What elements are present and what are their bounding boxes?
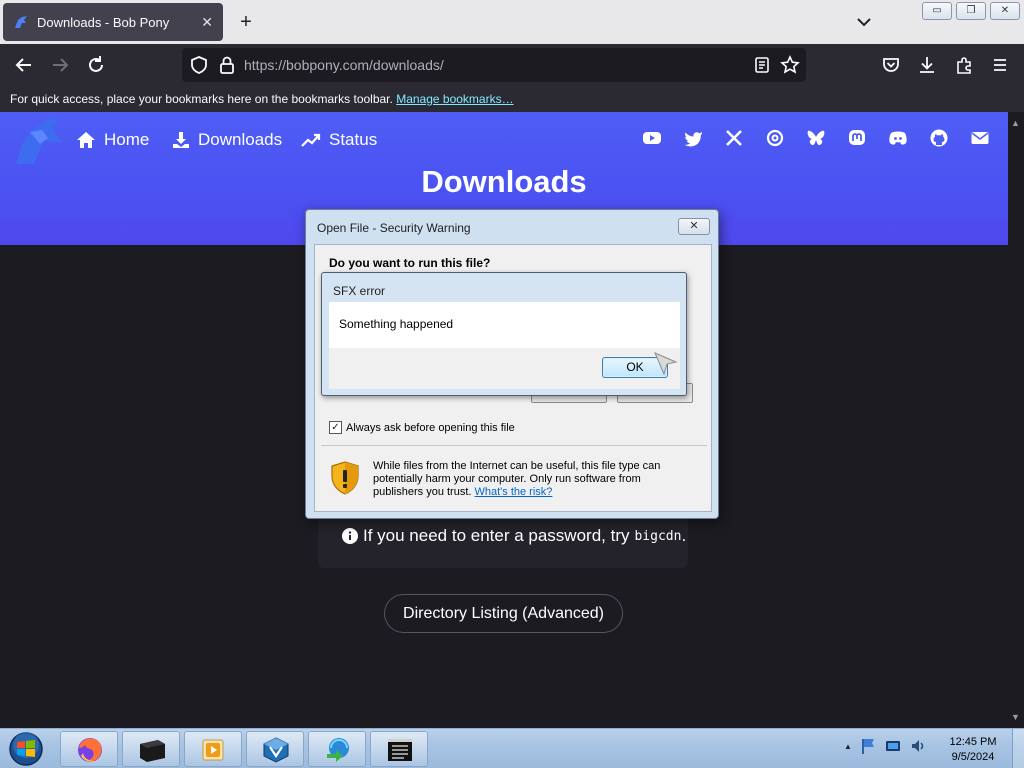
- nav-downloads[interactable]: Downloads: [172, 130, 282, 150]
- nav-status[interactable]: Status: [301, 130, 377, 150]
- navigation-toolbar: https://bobpony.com/downloads/: [0, 44, 1024, 86]
- whats-the-risk-link[interactable]: What's the risk?: [475, 486, 553, 498]
- security-dialog-close-button[interactable]: ✕: [678, 218, 710, 235]
- sfx-button-area: OK: [329, 348, 680, 389]
- list-tabs-icon[interactable]: [852, 12, 876, 32]
- back-icon[interactable]: [13, 54, 35, 76]
- bookmarks-toolbar: For quick access, place your bookmarks h…: [0, 86, 1024, 112]
- clock-date: 9/5/2024: [951, 751, 995, 763]
- tab-close-icon[interactable]: ✕: [201, 14, 213, 31]
- clock[interactable]: 12:45 PM 9/5/2024: [940, 735, 1006, 765]
- tab-strip: Downloads - Bob Pony ✕ + ▭ ❐ ✕: [0, 0, 1024, 44]
- taskbar-firefox[interactable]: [60, 731, 118, 767]
- taskbar-download-manager[interactable]: [308, 731, 366, 767]
- trend-icon: [301, 133, 321, 147]
- always-ask-checkbox[interactable]: ✓: [329, 421, 342, 434]
- directory-listing-button[interactable]: Directory Listing (Advanced): [384, 594, 623, 633]
- url-bar[interactable]: https://bobpony.com/downloads/: [182, 48, 806, 82]
- nav-home-label: Home: [104, 130, 150, 149]
- always-ask-label: Always ask before opening this file: [346, 421, 515, 434]
- password-hint-end: .: [681, 526, 687, 545]
- page-scrollbar[interactable]: ▲ ▼: [1008, 112, 1024, 728]
- security-dialog-title: Open File - Security Warning: [317, 221, 471, 235]
- bobpony-favicon-icon: [15, 16, 27, 28]
- url-host: https://bobpony.com: [244, 57, 370, 73]
- url-text[interactable]: https://bobpony.com/downloads/: [244, 57, 444, 73]
- always-ask-row[interactable]: ✓ Always ask before opening this file: [329, 421, 515, 434]
- mouse-cursor-icon: [654, 352, 678, 376]
- system-tray: ▲: [844, 737, 927, 755]
- threads-icon[interactable]: [765, 128, 785, 148]
- bluesky-icon[interactable]: [806, 128, 826, 148]
- firefox-icon: [78, 738, 102, 762]
- download-manager-icon: [327, 738, 349, 762]
- taskbar-virtualbox[interactable]: [246, 731, 304, 767]
- browser-tab[interactable]: Downloads - Bob Pony ✕: [3, 3, 223, 41]
- github-icon[interactable]: [929, 128, 949, 148]
- media-player-icon: [202, 739, 224, 761]
- scroll-up-icon[interactable]: ▲: [1011, 118, 1020, 128]
- home-icon: [77, 132, 95, 148]
- discord-icon[interactable]: [888, 128, 908, 148]
- taskbar-terminal[interactable]: [122, 731, 180, 767]
- security-question: Do you want to run this file?: [329, 256, 491, 270]
- show-desktop-button[interactable]: [1012, 729, 1024, 768]
- lock-icon[interactable]: [216, 54, 238, 76]
- sfx-dialog-title: SFX error: [333, 284, 386, 298]
- menu-icon[interactable]: [989, 54, 1011, 76]
- terminal-icon: [140, 740, 165, 762]
- sfx-error-dialog: SFX error Something happened OK: [321, 272, 687, 396]
- page-title: Downloads: [421, 164, 587, 199]
- nav-home[interactable]: Home: [76, 130, 149, 150]
- manage-bookmarks-link[interactable]: Manage bookmarks…: [396, 92, 513, 106]
- taskbar: ▲ 12:45 PM 9/5/2024: [0, 728, 1024, 768]
- restore-button[interactable]: ❐: [956, 2, 986, 20]
- network-icon[interactable]: [884, 737, 902, 755]
- nav-status-label: Status: [329, 130, 378, 149]
- email-icon[interactable]: [970, 128, 990, 148]
- virtualbox-icon: [263, 737, 289, 763]
- console-icon: [388, 739, 412, 761]
- new-tab-button[interactable]: +: [234, 10, 258, 34]
- minimize-button[interactable]: ▭: [922, 2, 952, 20]
- social-links: [642, 128, 990, 148]
- tray-expand-icon[interactable]: ▲: [844, 742, 852, 751]
- window-controls: ▭ ❐ ✕: [922, 2, 1020, 20]
- scroll-down-icon[interactable]: ▼: [1011, 712, 1020, 722]
- clock-time: 12:45 PM: [949, 736, 997, 748]
- url-path: /downloads/: [369, 57, 444, 73]
- info-icon: [342, 528, 358, 544]
- password-hint: If you need to enter a password, try big…: [342, 526, 686, 546]
- bookmarks-hint: For quick access, place your bookmarks h…: [10, 92, 393, 106]
- nav-downloads-label: Downloads: [198, 130, 283, 149]
- sfx-message: Something happened: [339, 317, 454, 331]
- volume-icon[interactable]: [909, 737, 927, 755]
- password-hint-text: If you need to enter a password, try: [363, 526, 630, 545]
- extensions-icon[interactable]: [953, 54, 975, 76]
- x-icon[interactable]: [724, 128, 744, 148]
- taskbar-console[interactable]: [370, 731, 428, 767]
- tracking-shield-icon[interactable]: [188, 54, 210, 76]
- reload-icon[interactable]: [85, 54, 107, 76]
- start-button-icon[interactable]: [6, 731, 46, 767]
- password-code: bigcdn: [634, 528, 682, 544]
- close-window-button[interactable]: ✕: [990, 2, 1020, 20]
- youtube-icon[interactable]: [642, 128, 662, 148]
- bobpony-logo-icon[interactable]: [12, 116, 66, 166]
- download-icon: [173, 132, 189, 148]
- mastodon-icon[interactable]: [847, 128, 867, 148]
- forward-icon[interactable]: [49, 54, 71, 76]
- downloads-icon[interactable]: [916, 54, 938, 76]
- sfx-message-area: Something happened: [329, 302, 680, 348]
- bookmark-star-icon[interactable]: [779, 54, 801, 76]
- pocket-icon[interactable]: [880, 54, 902, 76]
- shield-warning-icon: [331, 461, 359, 495]
- action-center-flag-icon[interactable]: [859, 737, 877, 755]
- security-warning-text: While files from the Internet can be use…: [373, 460, 693, 499]
- twitter-icon[interactable]: [683, 128, 703, 148]
- reader-view-icon[interactable]: [751, 54, 773, 76]
- tab-title: Downloads - Bob Pony: [37, 14, 170, 30]
- security-divider: [321, 445, 707, 446]
- taskbar-media-player[interactable]: [184, 731, 242, 767]
